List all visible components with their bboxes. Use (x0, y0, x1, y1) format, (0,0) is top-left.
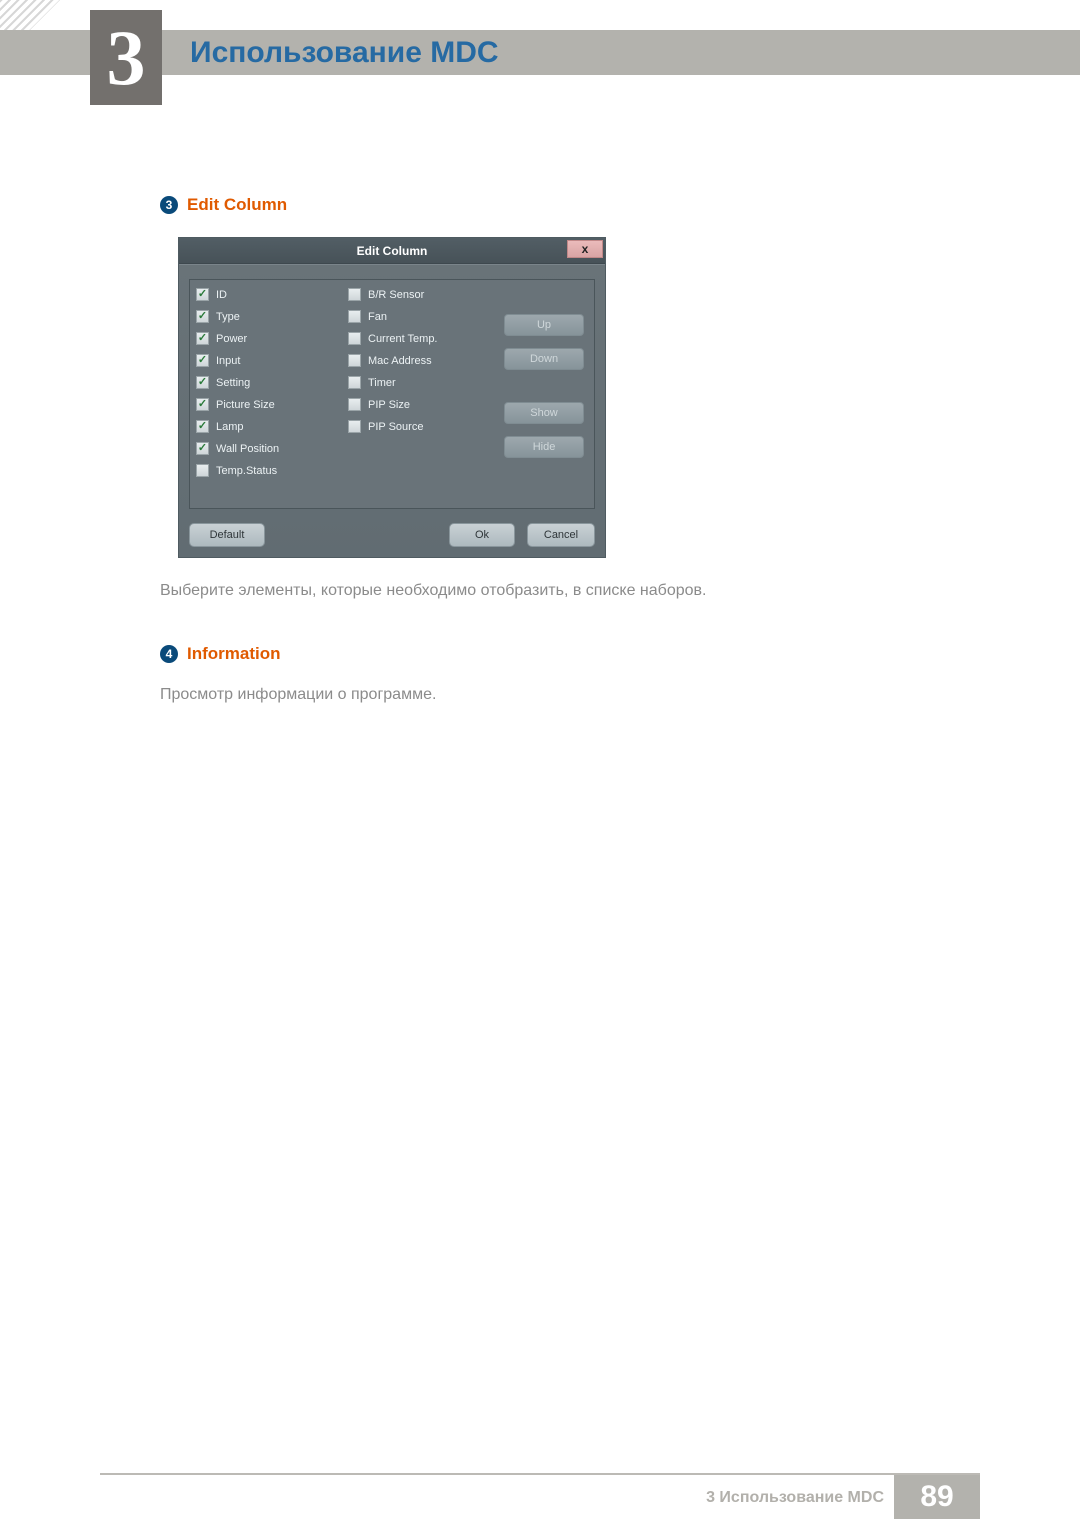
checkbox-label: ID (216, 289, 227, 301)
list-item: Power (196, 332, 336, 345)
checkbox-label: B/R Sensor (368, 289, 424, 301)
checkbox-label: Lamp (216, 421, 244, 433)
list-item: Fan (348, 310, 488, 323)
edit-column-dialog: Edit Column x ID Type Power Input Settin… (178, 237, 606, 558)
checkbox-label: PIP Source (368, 421, 423, 433)
cancel-button[interactable]: Cancel (527, 523, 595, 547)
section-information: 4 Information Просмотр информации о прог… (160, 644, 920, 704)
list-item: Picture Size (196, 398, 336, 411)
checkbox-power[interactable] (196, 332, 209, 345)
chapter-number: 3 (107, 13, 146, 103)
checkbox-input[interactable] (196, 354, 209, 367)
show-button[interactable]: Show (504, 402, 584, 424)
list-item: Current Temp. (348, 332, 488, 345)
page-footer: 3 Использование MDC 89 (0, 1473, 1080, 1521)
list-item: ID (196, 288, 336, 301)
checkbox-pip-source[interactable] (348, 420, 361, 433)
list-item: Type (196, 310, 336, 323)
checkbox-label: Current Temp. (368, 333, 438, 345)
checkbox-label: Picture Size (216, 399, 275, 411)
checkbox-label: PIP Size (368, 399, 410, 411)
checkbox-timer[interactable] (348, 376, 361, 389)
close-icon: x (582, 242, 589, 256)
section-edit-column-paragraph: Выберите элементы, которые необходимо от… (160, 582, 920, 600)
column-checklist-area: ID Type Power Input Setting Picture Size… (189, 279, 595, 509)
checkbox-label: Timer (368, 377, 396, 389)
footer-text: 3 Использование MDC (706, 1489, 884, 1507)
list-item: Mac Address (348, 354, 488, 367)
down-button[interactable]: Down (504, 348, 584, 370)
section-edit-column-title: Edit Column (187, 195, 287, 215)
bullet-4: 4 (160, 645, 178, 663)
checkbox-setting[interactable] (196, 376, 209, 389)
dialog-body: ID Type Power Input Setting Picture Size… (179, 264, 605, 557)
up-button[interactable]: Up (504, 314, 584, 336)
hide-button[interactable]: Hide (504, 436, 584, 458)
list-item: Temp.Status (196, 464, 336, 477)
bullet-3: 3 (160, 196, 178, 214)
list-item: PIP Source (348, 420, 488, 433)
chapter-title: Использование MDC (190, 36, 499, 70)
checklist-left: ID Type Power Input Setting Picture Size… (190, 280, 342, 508)
list-item: Setting (196, 376, 336, 389)
list-item: Input (196, 354, 336, 367)
checkbox-br-sensor[interactable] (348, 288, 361, 301)
checkbox-id[interactable] (196, 288, 209, 301)
list-item: PIP Size (348, 398, 488, 411)
close-button[interactable]: x (567, 240, 603, 258)
dialog-title: Edit Column (179, 238, 605, 264)
checkbox-label: Setting (216, 377, 250, 389)
checklist-right: B/R Sensor Fan Current Temp. Mac Address… (342, 280, 494, 508)
chapter-number-box: 3 (90, 10, 162, 105)
checkbox-label: Power (216, 333, 247, 345)
section-edit-column-head: 3 Edit Column (160, 195, 920, 215)
checkbox-fan[interactable] (348, 310, 361, 323)
list-item: B/R Sensor (348, 288, 488, 301)
default-button[interactable]: Default (189, 523, 265, 547)
checkbox-picture-size[interactable] (196, 398, 209, 411)
checkbox-label: Wall Position (216, 443, 279, 455)
checkbox-current-temp[interactable] (348, 332, 361, 345)
checkbox-label: Fan (368, 311, 387, 323)
dialog-footer: Default Ok Cancel (189, 509, 595, 547)
checkbox-label: Input (216, 355, 240, 367)
list-item: Timer (348, 376, 488, 389)
checkbox-wall-position[interactable] (196, 442, 209, 455)
checkbox-pip-size[interactable] (348, 398, 361, 411)
checkbox-mac-address[interactable] (348, 354, 361, 367)
dialog-titlebar: Edit Column x (179, 238, 605, 264)
checkbox-lamp[interactable] (196, 420, 209, 433)
page-number: 89 (894, 1475, 980, 1519)
content-area: 3 Edit Column Edit Column x ID Type Powe… (160, 195, 920, 704)
list-item: Wall Position (196, 442, 336, 455)
section-information-head: 4 Information (160, 644, 920, 664)
checkbox-label: Type (216, 311, 240, 323)
checkbox-type[interactable] (196, 310, 209, 323)
section-information-title: Information (187, 644, 281, 664)
checkbox-temp-status[interactable] (196, 464, 209, 477)
header-ribbon (0, 30, 1080, 75)
list-item: Lamp (196, 420, 336, 433)
section-information-paragraph: Просмотр информации о программе. (160, 686, 920, 704)
ok-button[interactable]: Ok (449, 523, 515, 547)
checkbox-label: Temp.Status (216, 465, 277, 477)
dialog-side-buttons: Up Down Show Hide (494, 280, 594, 508)
footer-divider (100, 1473, 980, 1475)
checkbox-label: Mac Address (368, 355, 432, 367)
